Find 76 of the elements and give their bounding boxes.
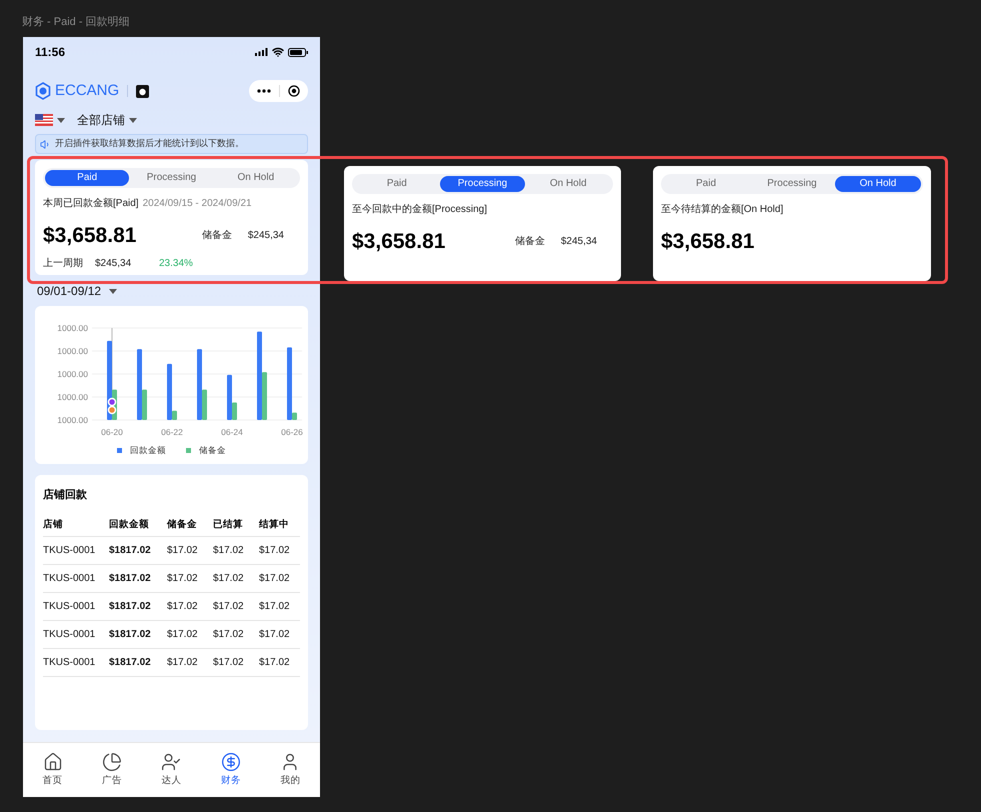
store-selector[interactable]: 全部店铺 [77, 111, 125, 129]
reserve-value: $245,34 [560, 235, 597, 250]
table-cell-text: TKUS-0001 [43, 544, 96, 558]
table-cell-text: TKUS-0001 [43, 572, 96, 586]
segment-tab[interactable]: Paid [663, 176, 749, 192]
legend-label: 回款金额 [130, 444, 166, 457]
segment-tab[interactable]: Processing [440, 176, 526, 192]
table-cell-text: $1817.02 [109, 628, 152, 642]
segment-tab[interactable]: Processing [749, 176, 835, 192]
tab-bar-item[interactable]: 财务 [220, 752, 241, 788]
axis-label: 06-24 [221, 427, 243, 436]
page-title: 财务 - Paid - 回款明细 [22, 15, 130, 30]
brand-name: ECCANG [55, 80, 120, 101]
status-time: 11:56 [35, 44, 66, 61]
previous-label: 上一周期 [43, 256, 83, 270]
axis-label: 1000.00 [57, 323, 88, 333]
tab-bar-item[interactable]: 广告 [102, 752, 122, 788]
axis-label: 1000.00 [57, 392, 88, 402]
table-cell-text: $1817.02 [109, 544, 152, 558]
table-cell-text: $1817.02 [109, 656, 152, 670]
tab-bar-item[interactable]: 达人 [161, 752, 182, 788]
table-cell-text: $17.02 [213, 544, 245, 558]
table-cell-text: $17.02 [167, 572, 199, 586]
table-cell-text: $17.02 [259, 628, 291, 642]
table-title: 店铺回款 [43, 488, 88, 503]
tab-bar-item[interactable]: 我的 [280, 752, 300, 788]
period-selector[interactable]: 09/01-09/12 [37, 282, 102, 300]
table-cell-text: $17.02 [213, 628, 245, 642]
axis-label: 06-22 [161, 427, 183, 436]
segment-tab[interactable]: Paid [45, 170, 130, 186]
axis-label: 1000.00 [57, 346, 88, 356]
table-cell-text: $17.02 [167, 600, 199, 614]
table-cell-text: $17.02 [167, 656, 199, 670]
table-cell-text: TKUS-0001 [43, 656, 96, 670]
segment-tab[interactable]: Paid [354, 176, 440, 192]
table-cell-text: $17.02 [213, 572, 245, 586]
change-percent: 23.34% [159, 256, 193, 270]
column-header: 店铺 [43, 518, 64, 532]
axis-label: 06-26 [281, 427, 303, 436]
notice-text: 开启插件获取结算数据后才能统计到以下数据。 [55, 137, 244, 150]
axis-label: 06-20 [101, 427, 123, 436]
summary-title: 至今回款中的金额[Processing] [352, 202, 488, 217]
table-cell-text: $17.02 [259, 572, 291, 586]
segment-tab[interactable]: Processing [129, 170, 214, 186]
table-cell-text: $1817.02 [109, 600, 152, 614]
column-header: 结算中 [259, 518, 290, 532]
segment-tab[interactable]: On Hold [835, 176, 921, 192]
column-header: 回款金额 [109, 518, 150, 532]
table-cell-text: $17.02 [213, 656, 245, 670]
previous-value: $245,34 [95, 256, 132, 270]
summary-title: 至今待结算的金额[On Hold] [661, 202, 784, 217]
column-header: 已结算 [213, 518, 244, 532]
column-header: 储备金 [167, 518, 198, 532]
reserve-label: 储备金 [202, 228, 232, 244]
amount: $3,658.81 [43, 223, 138, 249]
table-cell-text: $17.02 [167, 544, 199, 558]
table-cell-text: $1817.02 [109, 572, 152, 586]
amount: $3,658.81 [352, 229, 446, 255]
segment-tab[interactable]: On Hold [525, 176, 612, 192]
table-cell-text: $17.02 [259, 600, 291, 614]
tab-bar-item[interactable]: 首页 [42, 752, 63, 788]
table-cell-text: $17.02 [167, 628, 199, 642]
axis-label: 1000.00 [57, 415, 88, 425]
reserve-value: $245,34 [248, 229, 284, 244]
table-cell-text: $17.02 [213, 600, 245, 614]
reserve-label: 储备金 [514, 234, 545, 250]
amount: $3,658.81 [661, 229, 756, 255]
table-cell-text: TKUS-0001 [43, 628, 96, 642]
date-range: 2024/09/15 - 2024/09/21 [142, 197, 252, 211]
table-cell-text: $17.02 [259, 656, 291, 670]
legend-label: 储备金 [199, 444, 226, 457]
table-cell-text: $17.02 [259, 544, 291, 558]
segment-tab[interactable]: On Hold [214, 170, 298, 186]
axis-label: 1000.00 [57, 369, 88, 379]
summary-title: 本周已回款金额[Paid] [43, 196, 139, 211]
table-cell-text: TKUS-0001 [43, 600, 96, 614]
